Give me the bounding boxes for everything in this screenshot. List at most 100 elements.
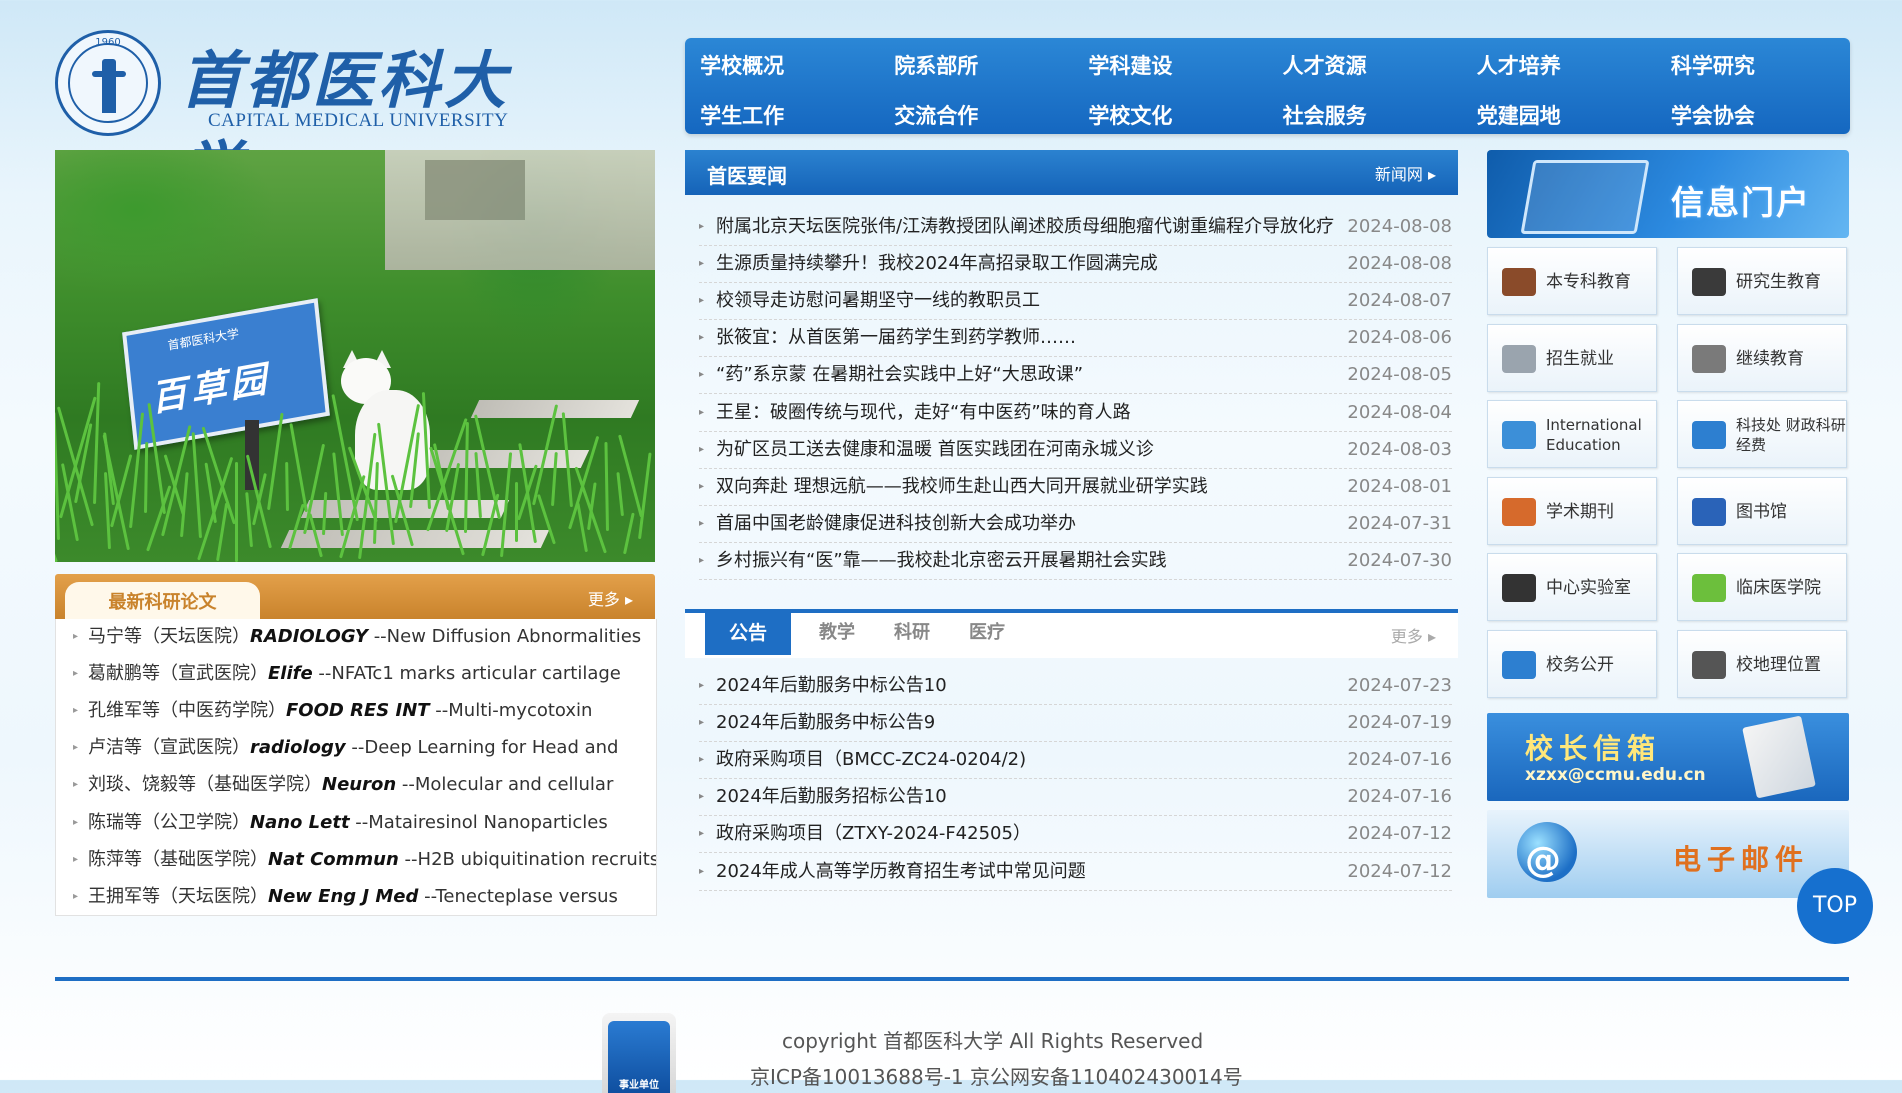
bullet-arrow-icon: ▸ bbox=[73, 705, 79, 717]
info-portal-banner[interactable]: 信息门户 bbox=[1487, 150, 1849, 238]
nav-item-about[interactable]: 学校概况 bbox=[685, 50, 879, 80]
item-title[interactable]: 2024年后勤服务中标公告9 bbox=[716, 704, 935, 741]
notice-item[interactable]: ▸ 政府采购项目（BMCC-ZC24-0204/2) 2024-07-16 bbox=[699, 741, 1452, 780]
quick-link[interactable]: 继续教育 bbox=[1677, 323, 1847, 392]
news-item[interactable]: ▸ 为矿区员工送去健康和温暖 首医实践团在河南永城义诊 2024-08-03 bbox=[699, 431, 1452, 469]
quick-link[interactable]: 招生就业 bbox=[1487, 323, 1657, 392]
notice-item[interactable]: ▸ 2024年后勤服务中标公告9 2024-07-19 bbox=[699, 704, 1452, 743]
item-title[interactable]: 附属北京天坛医院张伟/江涛教授团队阐述胶质母细胞瘤代谢重编程介导放化疗 bbox=[716, 208, 1334, 245]
paper-item[interactable]: ▸ 马宁等（天坛医院）RADIOLOGY --New Diffusion Abno… bbox=[56, 619, 656, 655]
nav-item-departments[interactable]: 院系部所 bbox=[879, 50, 1073, 80]
news-item[interactable]: ▸ 首届中国老龄健康促进科技创新大会成功举办 2024-07-31 bbox=[699, 505, 1452, 543]
bullet-arrow-icon: ▸ bbox=[73, 742, 79, 754]
item-title[interactable]: 张筱宜：从首医第一届药学生到药学教师…… bbox=[716, 319, 1076, 356]
nav-item-education[interactable]: 人才培养 bbox=[1462, 50, 1656, 80]
papers-title[interactable]: 最新科研论文 bbox=[65, 582, 260, 619]
nav-item-exchange[interactable]: 交流合作 bbox=[879, 100, 1073, 130]
news-item[interactable]: ▸ 附属北京天坛医院张伟/江涛教授团队阐述胶质母细胞瘤代谢重编程介导放化疗 2024… bbox=[699, 208, 1452, 246]
item-title[interactable]: 首届中国老龄健康促进科技创新大会成功举办 bbox=[716, 505, 1076, 542]
notice-item[interactable]: ▸ 2024年后勤服务招标公告10 2024-07-16 bbox=[699, 778, 1452, 817]
news-item[interactable]: ▸ 王星：破圈传统与现代，走好“有中医药”味的育人路 2024-08-04 bbox=[699, 394, 1452, 432]
item-title[interactable]: 乡村振兴有“医”靠——我校赴北京密云开展暑期社会实践 bbox=[716, 542, 1167, 579]
quick-link[interactable]: 中心实验室 bbox=[1487, 553, 1657, 621]
bullet-arrow-icon: ▸ bbox=[73, 631, 79, 642]
quick-link[interactable]: 科技处 财政科研经费 bbox=[1677, 400, 1847, 468]
tab-announcements[interactable]: 公告 bbox=[705, 613, 791, 655]
university-logo[interactable]: 1960 首都医科大学 CAPITAL MEDICAL UNIVERSITY bbox=[55, 30, 535, 207]
item-title[interactable]: 2024年后勤服务招标公告10 bbox=[716, 778, 947, 815]
item-title[interactable]: 生源质量持续攀升！我校2024年高招录取工作圆满完成 bbox=[716, 245, 1158, 282]
item-title[interactable]: 双向奔赴 理想远航——我校师生赴山西大同开展就业研学实践 bbox=[716, 468, 1208, 505]
nav-item-talent[interactable]: 人才资源 bbox=[1268, 50, 1462, 80]
news-item[interactable]: ▸ 校领导走访慰问暑期坚守一线的教职员工 2024-08-07 bbox=[699, 282, 1452, 321]
bullet-arrow-icon: ▸ bbox=[73, 779, 79, 791]
quick-link[interactable]: 本专科教育 bbox=[1487, 247, 1657, 315]
paper-item[interactable]: ▸ 刘琰、饶毅等（基础医学院）Neuron --Molecular and cel… bbox=[56, 767, 656, 803]
campus-photo[interactable]: 首都医科大学 百草园 bbox=[55, 150, 655, 562]
nav-item-student-affairs[interactable]: 学生工作 bbox=[685, 100, 879, 130]
mailbox-email: xzxx@ccmu.edu.cn bbox=[1525, 765, 1706, 785]
news-more-link[interactable]: 新闻网 ▸ bbox=[1375, 161, 1436, 185]
nav-item-research[interactable]: 科学研究 bbox=[1656, 50, 1850, 80]
icp-record-link[interactable]: 京ICP备10013688号-1 京公网安备110402430014号 bbox=[750, 1061, 1243, 1090]
news-item[interactable]: ▸ 乡村振兴有“医”靠——我校赴北京密云开展暑期社会实践 2024-07-30 bbox=[699, 542, 1452, 580]
paper-item[interactable]: ▸ 陈瑞等（公卫学院）Nano Lett --Matairesinol Nanop… bbox=[56, 805, 656, 841]
tab-medical[interactable]: 医疗 bbox=[969, 613, 1005, 655]
item-date: 2024-07-19 bbox=[1347, 712, 1452, 734]
email-banner[interactable]: 电子邮件 bbox=[1487, 810, 1849, 898]
quick-link[interactable]: 校地理位置 bbox=[1677, 629, 1847, 698]
notice-item[interactable]: ▸ 2024年后勤服务中标公告10 2024-07-23 bbox=[699, 667, 1452, 705]
bullet-arrow-icon: ▸ bbox=[699, 258, 705, 270]
news-item[interactable]: ▸ “药”系京蒙 在暑期社会实践中上好“大思政课” 2024-08-05 bbox=[699, 356, 1452, 395]
item-title[interactable]: 政府采购项目（ZTXY-2024-F42505） bbox=[716, 815, 1031, 852]
item-date: 2024-07-31 bbox=[1347, 512, 1452, 534]
quick-link-label: 中心实验室 bbox=[1546, 578, 1631, 598]
item-title[interactable]: 王星：破圈传统与现代，走好“有中医药”味的育人路 bbox=[716, 394, 1131, 431]
president-mailbox-banner[interactable]: 校长信箱 xzxx@ccmu.edu.cn bbox=[1487, 713, 1849, 801]
documents-icon bbox=[1502, 344, 1536, 373]
news-item[interactable]: ▸ 生源质量持续攀升！我校2024年高招录取工作圆满完成 2024-08-08 bbox=[699, 245, 1452, 284]
nav-item-disciplines[interactable]: 学科建设 bbox=[1073, 50, 1267, 80]
paper-author: 王拥军等（天坛医院） bbox=[88, 885, 268, 907]
quick-link[interactable]: 研究生教育 bbox=[1677, 247, 1847, 315]
item-title[interactable]: “药”系京蒙 在暑期社会实践中上好“大思政课” bbox=[716, 356, 1083, 393]
paper-author: 孔维军等（中医药学院） bbox=[88, 700, 286, 722]
paper-author: 葛献鹏等（宣武医院） bbox=[88, 663, 268, 685]
notice-more-link[interactable]: 更多 ▸ bbox=[1391, 623, 1436, 647]
paper-item[interactable]: ▸ 葛献鹏等（宣武医院）Elife --NFATc1 marks articula… bbox=[56, 656, 656, 692]
nav-item-party-building[interactable]: 党建园地 bbox=[1462, 100, 1656, 130]
item-title[interactable]: 2024年后勤服务中标公告10 bbox=[716, 667, 947, 704]
quick-link[interactable]: 图书馆 bbox=[1677, 476, 1847, 545]
quick-link[interactable]: 学术期刊 bbox=[1487, 476, 1657, 545]
news-item[interactable]: ▸ 双向奔赴 理想远航——我校师生赴山西大同开展就业研学实践 2024-08-01 bbox=[699, 468, 1452, 506]
quick-link-label: 本专科教育 bbox=[1546, 272, 1631, 292]
nav-item-culture[interactable]: 学校文化 bbox=[1073, 100, 1267, 130]
tab-research[interactable]: 科研 bbox=[894, 613, 930, 655]
papers-more-link[interactable]: 更多 ▸ bbox=[588, 586, 633, 610]
monitor-icon bbox=[1502, 650, 1536, 679]
news-item[interactable]: ▸ 张筱宜：从首医第一届药学生到药学教师…… 2024-08-06 bbox=[699, 319, 1452, 358]
papers-list: ▸ 马宁等（天坛医院）RADIOLOGY --New Diffusion Abno… bbox=[55, 619, 657, 916]
paper-item[interactable]: ▸ 卢洁等（宣武医院）radiology --Deep Learning for … bbox=[56, 730, 656, 766]
paper-item[interactable]: ▸ 陈萍等（基础医学院）Nat Commun --H2B ubiquitinati… bbox=[56, 842, 656, 878]
paper-item[interactable]: ▸ 孔维军等（中医药学院）FOOD RES INT --Multi-mycotox… bbox=[56, 693, 656, 729]
quick-link-label: 学术期刊 bbox=[1546, 501, 1614, 522]
bullet-arrow-icon: ▸ bbox=[699, 295, 705, 307]
item-title[interactable]: 校领导走访慰问暑期坚守一线的教职员工 bbox=[716, 282, 1040, 319]
nav-item-social-service[interactable]: 社会服务 bbox=[1268, 100, 1462, 130]
item-title[interactable]: 为矿区员工送去健康和温暖 首医实践团在河南永城义诊 bbox=[716, 431, 1154, 468]
bullet-arrow-icon: ▸ bbox=[699, 791, 705, 803]
paper-item[interactable]: ▸ 王拥军等（天坛医院）New Eng J Med --Tenecteplase … bbox=[56, 879, 656, 915]
item-title[interactable]: 2024年成人高等学历教育招生考试中常见问题 bbox=[716, 853, 1086, 890]
quick-link[interactable]: International Education bbox=[1487, 400, 1657, 468]
nav-item-societies[interactable]: 学会协会 bbox=[1656, 100, 1850, 130]
item-date: 2024-08-06 bbox=[1347, 327, 1452, 349]
back-to-top-button[interactable]: TOP bbox=[1797, 868, 1873, 944]
notice-item[interactable]: ▸ 政府采购项目（ZTXY-2024-F42505） 2024-07-12 bbox=[699, 815, 1452, 854]
tab-teaching[interactable]: 教学 bbox=[819, 613, 855, 655]
public-institution-badge-icon[interactable]: 事业单位 bbox=[602, 1013, 676, 1093]
item-title[interactable]: 政府采购项目（BMCC-ZC24-0204/2) bbox=[716, 741, 1026, 778]
quick-link[interactable]: 校务公开 bbox=[1487, 629, 1657, 698]
notice-item[interactable]: ▸ 2024年成人高等学历教育招生考试中常见问题 2024-07-12 bbox=[699, 853, 1452, 891]
quick-link[interactable]: 临床医学院 bbox=[1677, 553, 1847, 621]
